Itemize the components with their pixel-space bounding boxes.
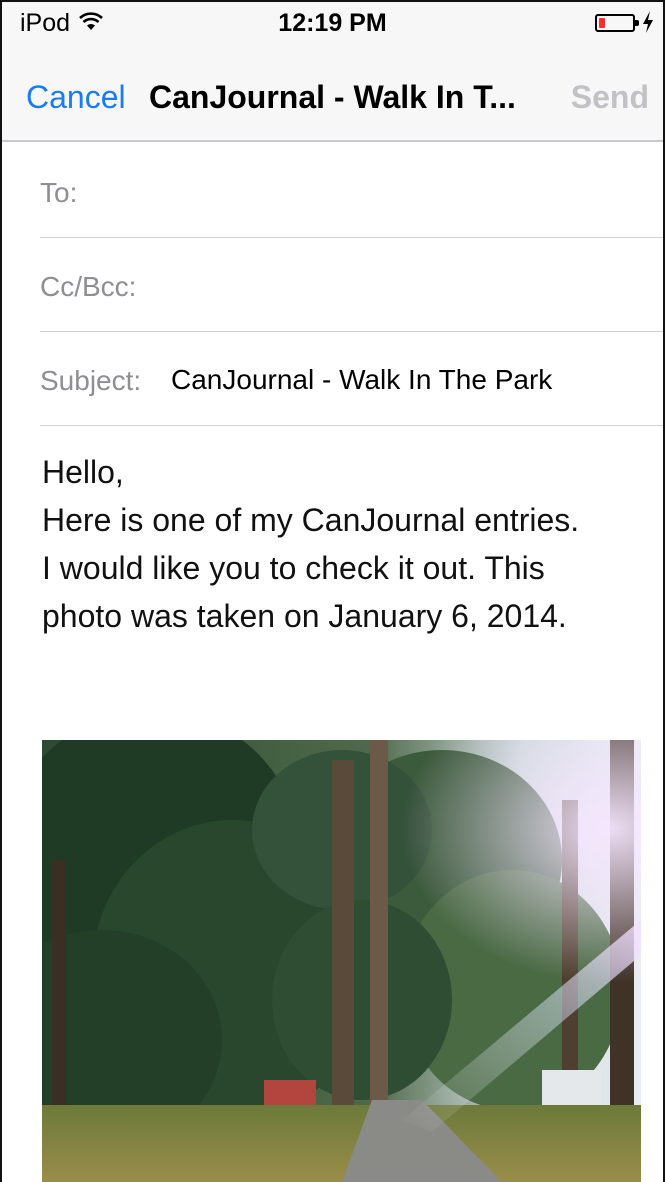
subject-input[interactable]: CanJournal - Walk In The Park <box>171 363 552 397</box>
body-line: Hello, <box>42 454 124 490</box>
subject-field[interactable]: Subject: CanJournal - Walk In The Park <box>40 332 663 426</box>
body-line: Here is one of my CanJournal entries. <box>42 502 580 538</box>
status-bar: iPod 12:19 PM <box>2 2 663 44</box>
cancel-button[interactable]: Cancel <box>26 78 126 116</box>
battery-nub <box>635 20 639 26</box>
body-line: I would like you to check it out. This <box>42 550 545 586</box>
mail-compose-screen: iPod 12:19 PM Cancel CanJournal - Walk I… <box>0 0 665 1182</box>
status-time: 12:19 PM <box>278 9 387 37</box>
cc-bcc-label: Cc/Bcc: <box>40 271 137 302</box>
attached-photo[interactable] <box>42 740 641 1182</box>
photo-image <box>42 740 641 1182</box>
to-field[interactable]: To: <box>40 144 663 238</box>
to-label: To: <box>40 177 78 208</box>
charging-bolt-icon <box>641 10 655 34</box>
message-body[interactable]: Hello, Here is one of my CanJournal entr… <box>42 448 652 640</box>
battery-level <box>599 18 605 28</box>
send-button[interactable]: Send <box>571 78 649 116</box>
battery-icon <box>595 14 639 32</box>
nav-title: CanJournal - Walk In T... <box>149 79 516 115</box>
cc-bcc-field[interactable]: Cc/Bcc: <box>40 238 663 332</box>
body-line: photo was taken on January 6, 2014. <box>42 598 567 634</box>
subject-label: Subject: <box>40 365 142 396</box>
nav-bar: Cancel CanJournal - Walk In T... Send <box>2 44 663 142</box>
